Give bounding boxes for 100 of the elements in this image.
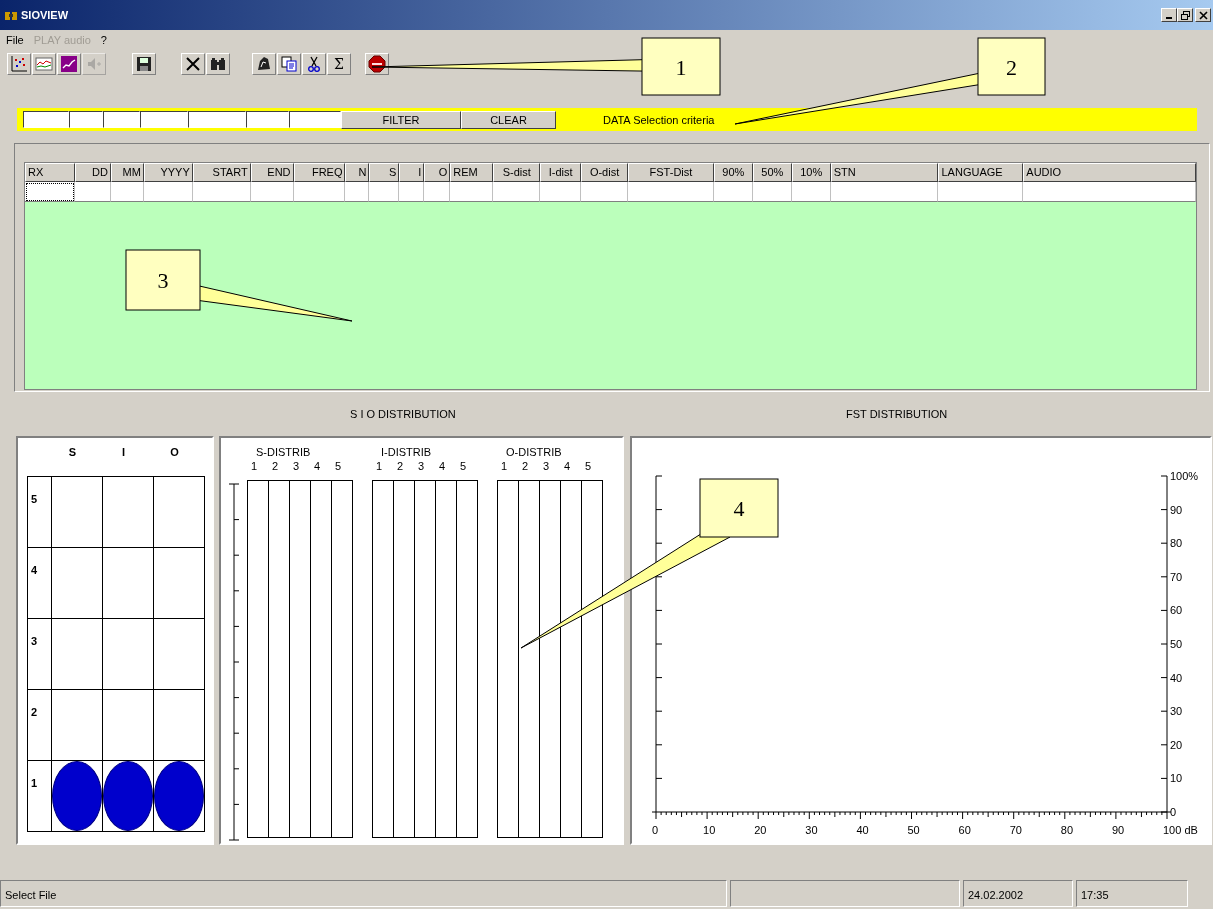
column-label: I bbox=[120, 446, 127, 460]
callout-number: 4 bbox=[733, 496, 745, 521]
menu-item[interactable]: File bbox=[6, 34, 24, 46]
minimize-icon bbox=[1166, 16, 1172, 19]
tick-label: 100% bbox=[1170, 470, 1199, 482]
copy-icon bbox=[280, 55, 298, 73]
tick-label: 70 bbox=[1170, 570, 1183, 583]
table-cell[interactable] bbox=[830, 182, 939, 202]
column-header[interactable]: END bbox=[250, 163, 294, 182]
bin-label: 2 bbox=[522, 460, 530, 474]
bin-label: 2 bbox=[272, 460, 280, 474]
table-cell[interactable] bbox=[250, 182, 294, 202]
table-cell[interactable] bbox=[369, 182, 400, 202]
column-header[interactable]: I bbox=[399, 163, 425, 182]
table-cell[interactable] bbox=[1023, 182, 1196, 202]
column-label: S bbox=[67, 446, 78, 460]
table-cell[interactable] bbox=[110, 182, 144, 202]
bin-label: 5 bbox=[585, 460, 593, 474]
tick-label: 10 bbox=[1170, 772, 1183, 785]
table-cell[interactable] bbox=[74, 182, 111, 202]
column-header[interactable]: STN bbox=[830, 163, 939, 182]
table-cell[interactable] bbox=[540, 182, 582, 202]
callout-number: 2 bbox=[1006, 54, 1017, 80]
row-label: 2 bbox=[28, 690, 52, 760]
tick-label: 0 bbox=[1170, 806, 1177, 818]
filter-field[interactable] bbox=[69, 111, 103, 128]
binoculars-icon bbox=[4, 9, 18, 21]
column-header[interactable]: S-dist bbox=[493, 163, 541, 182]
column-header[interactable]: 90% bbox=[713, 163, 753, 182]
callout-number: 1 bbox=[675, 54, 687, 80]
column-header[interactable]: LANGUAGE bbox=[938, 163, 1024, 182]
tick-label: 0 bbox=[652, 824, 659, 836]
bin-label: 1 bbox=[501, 460, 509, 474]
close-button[interactable] bbox=[1195, 8, 1211, 22]
table-cell[interactable] bbox=[143, 182, 193, 202]
menu-item[interactable]: ? bbox=[100, 34, 107, 46]
table-cell[interactable] bbox=[713, 182, 753, 202]
restore-button[interactable] bbox=[1177, 8, 1193, 22]
column-header[interactable]: 10% bbox=[791, 163, 831, 182]
bin-label: 5 bbox=[460, 460, 468, 474]
bin-label: 4 bbox=[439, 460, 447, 474]
column-header[interactable]: FREQ bbox=[293, 163, 346, 182]
tick-label: 50 bbox=[907, 824, 920, 836]
column-header[interactable]: I-dist bbox=[540, 163, 582, 182]
column-header[interactable]: FST-Dist bbox=[628, 163, 714, 182]
table-cell[interactable] bbox=[424, 182, 451, 202]
close-icon bbox=[1198, 10, 1208, 20]
table-cell[interactable] bbox=[627, 182, 714, 202]
bin-label: 1 bbox=[251, 460, 259, 474]
table-cell[interactable] bbox=[938, 182, 1024, 202]
column-header[interactable]: AUDIO bbox=[1023, 163, 1196, 182]
clear-button[interactable]: CLEAR bbox=[461, 110, 556, 129]
row-label: 3 bbox=[28, 619, 52, 689]
table-cell[interactable] bbox=[293, 182, 346, 202]
table-cell[interactable] bbox=[581, 182, 628, 202]
filter-field[interactable] bbox=[289, 111, 341, 128]
column-header[interactable]: RX bbox=[25, 163, 75, 182]
bin-label: 3 bbox=[418, 460, 426, 474]
table-cell[interactable] bbox=[493, 182, 541, 202]
table-cell[interactable] bbox=[752, 182, 792, 202]
column-header[interactable]: MM bbox=[110, 163, 144, 182]
column-header[interactable]: YYYY bbox=[143, 163, 193, 182]
window-title: SIOVIEW bbox=[21, 9, 70, 21]
column-header[interactable]: 50% bbox=[752, 163, 792, 182]
column-header[interactable]: O bbox=[424, 163, 451, 182]
tick-label: 20 bbox=[1170, 738, 1183, 751]
tick-label: 20 bbox=[754, 824, 767, 836]
table-cell[interactable] bbox=[345, 182, 370, 202]
tick-label: 90 bbox=[1170, 503, 1183, 516]
column-header[interactable]: START bbox=[192, 163, 251, 182]
filter-field[interactable] bbox=[188, 111, 246, 128]
filter-field[interactable] bbox=[140, 111, 188, 128]
filter-field[interactable] bbox=[23, 111, 69, 128]
column-header[interactable]: DD bbox=[74, 163, 111, 182]
bin-label: 3 bbox=[543, 460, 551, 474]
status-message: Select File bbox=[0, 880, 727, 907]
row-label: 4 bbox=[28, 548, 52, 618]
table-cell[interactable] bbox=[192, 182, 251, 202]
bin-label: 5 bbox=[335, 460, 343, 474]
table-cell[interactable] bbox=[791, 182, 831, 202]
filter-field[interactable] bbox=[246, 111, 289, 128]
column-header[interactable]: S bbox=[369, 163, 400, 182]
minimize-button[interactable] bbox=[1161, 8, 1177, 22]
tick-label: 40 bbox=[1170, 671, 1183, 684]
filter-button[interactable]: FILTER bbox=[341, 110, 461, 129]
column-header[interactable]: REM bbox=[450, 163, 494, 182]
column-header[interactable]: O-dist bbox=[581, 163, 629, 182]
tick-label: 70 bbox=[1009, 824, 1022, 836]
distribution-title: O-DISTRIB bbox=[505, 446, 563, 460]
sum-button[interactable]: Σ bbox=[327, 53, 351, 75]
column-label: O bbox=[169, 446, 180, 460]
table-cell[interactable] bbox=[25, 182, 75, 202]
table-cell[interactable] bbox=[399, 182, 425, 202]
table-cell[interactable] bbox=[450, 182, 494, 202]
filter-field[interactable] bbox=[103, 111, 140, 128]
scatter-chart-icon bbox=[10, 55, 28, 73]
column-header[interactable]: N bbox=[345, 163, 370, 182]
cut-icon bbox=[305, 55, 323, 73]
status-date: 24.02.2002 bbox=[963, 880, 1073, 907]
tick-label: 40 bbox=[856, 824, 869, 836]
